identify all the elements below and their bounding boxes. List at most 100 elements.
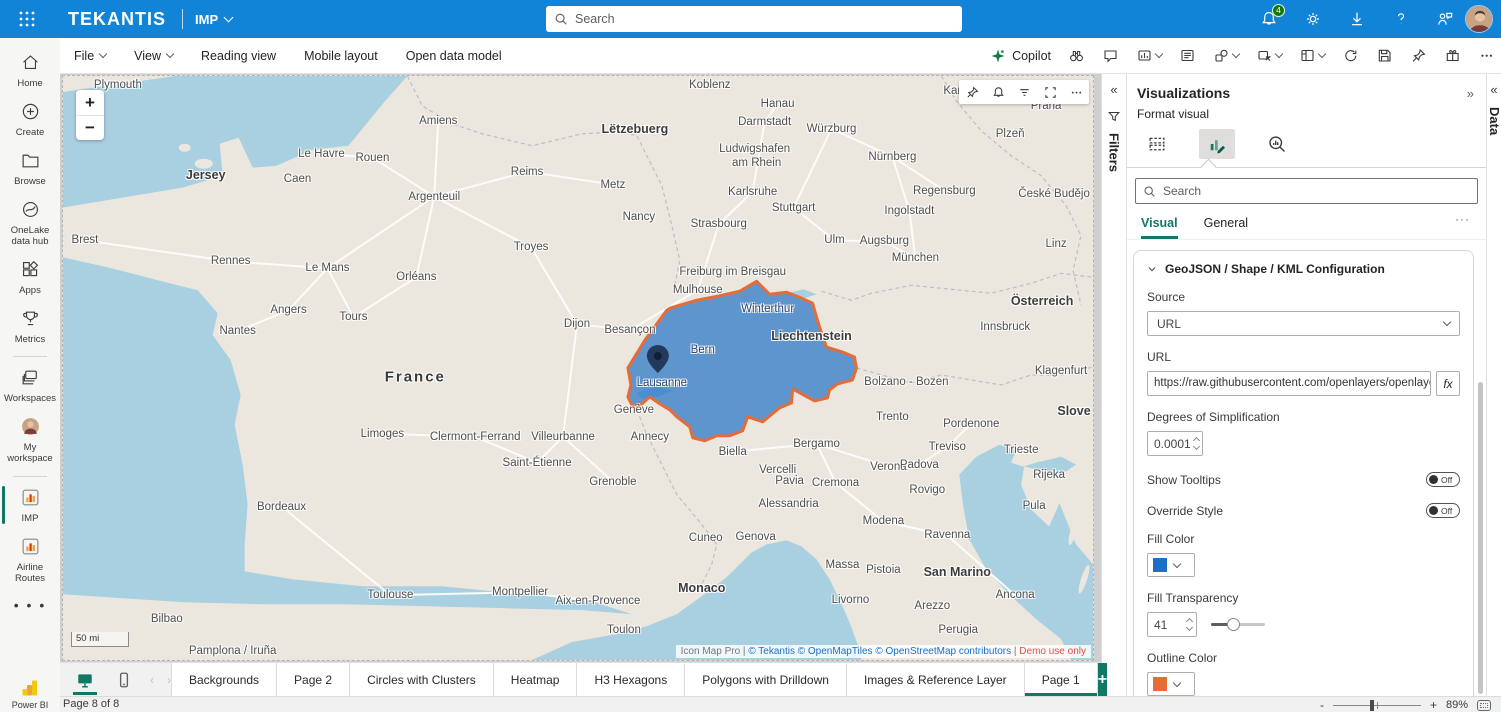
sidebar-item-workspaces[interactable]: Workspaces <box>0 362 60 411</box>
notifications-icon[interactable]: 4 <box>1259 9 1279 29</box>
collapse-pane-icon[interactable]: » <box>1467 86 1474 101</box>
page-tab-heatmap[interactable]: Heatmap <box>494 663 578 696</box>
menu-item-mobile-layout[interactable]: Mobile layout <box>304 49 378 63</box>
analytics-tab-icon[interactable] <box>1259 129 1295 159</box>
sidebar-item-home[interactable]: Home <box>0 47 60 96</box>
home-icon <box>20 52 41 76</box>
show-tooltips-toggle[interactable]: Off <box>1426 472 1460 487</box>
spinner[interactable] <box>1183 617 1196 632</box>
comment-icon[interactable] <box>1102 47 1119 64</box>
shapes-icon[interactable] <box>1213 47 1239 64</box>
more-options-icon[interactable] <box>1478 47 1495 64</box>
expand-filters-icon[interactable]: « <box>1102 74 1126 97</box>
override-style-toggle[interactable]: Off <box>1426 503 1460 518</box>
map-zoom-in-button[interactable]: + <box>76 90 104 115</box>
sidebar-item-create[interactable]: Create <box>0 96 60 145</box>
page-prev-icon[interactable]: ‹ <box>150 673 154 687</box>
menu-item-file[interactable]: File <box>74 49 106 63</box>
fx-conditional-format-button[interactable]: fx <box>1436 371 1460 396</box>
download-icon[interactable] <box>1347 9 1367 29</box>
zoom-slider[interactable] <box>1333 705 1421 706</box>
settings-icon[interactable] <box>1303 9 1323 29</box>
pin-icon[interactable] <box>1410 47 1427 64</box>
attribution-link[interactable]: © OpenMapTiles <box>798 646 873 657</box>
sidebar-item-apps[interactable]: Apps <box>0 254 60 303</box>
fields-tab-icon[interactable] <box>1139 129 1175 159</box>
feedback-icon[interactable] <box>1435 9 1455 29</box>
visual-filters-icon[interactable] <box>1011 80 1037 104</box>
sidebar-item-my-workspace[interactable]: My workspace <box>0 411 60 471</box>
section-geojson-config[interactable]: GeoJSON / Shape / KML Configuration <box>1147 262 1460 276</box>
nav-more-button[interactable]: • • • <box>14 591 46 619</box>
demo-use-notice: Demo use only <box>1019 646 1086 657</box>
tabs-more-icon[interactable]: ··· <box>1455 212 1470 226</box>
page-tab-polygons-with-drilldown[interactable]: Polygons with Drilldown <box>685 663 847 696</box>
workspace-switcher[interactable]: IMP <box>195 12 232 27</box>
data-pane-collapsed[interactable]: « Data <box>1486 74 1501 696</box>
page-tab-page-1[interactable]: Page 1 <box>1025 663 1098 696</box>
menu-item-reading-view[interactable]: Reading view <box>201 49 276 63</box>
attribution-link[interactable]: © OpenStreetMap contributors <box>875 646 1011 657</box>
attribution-link[interactable]: © Tekantis <box>748 646 795 657</box>
spinner[interactable] <box>1191 436 1202 451</box>
app-window: TEKANTIS IMP Search 4 FileViewReading vi… <box>0 0 1501 712</box>
page-tab-h3-hexagons[interactable]: H3 Hexagons <box>577 663 685 696</box>
more-options-icon[interactable] <box>1063 80 1089 104</box>
sidebar-item-imp[interactable]: IMP <box>0 482 60 531</box>
menu-item-view[interactable]: View <box>134 49 173 63</box>
global-search-input[interactable]: Search <box>546 6 962 32</box>
onelake-icon <box>20 199 41 223</box>
filters-pane-collapsed[interactable]: « Filters <box>1101 74 1127 696</box>
page-tab-images-&-reference-layer[interactable]: Images & Reference Layer <box>847 663 1025 696</box>
page-tab-page-2[interactable]: Page 2 <box>277 663 350 696</box>
format-search-input[interactable]: Search <box>1135 178 1478 204</box>
zoom-out-button[interactable]: - <box>1320 698 1324 712</box>
source-select[interactable]: URL <box>1147 311 1460 336</box>
sidebar-item-airline-routes[interactable]: Airline Routes <box>0 531 60 591</box>
whats-new-icon[interactable] <box>1444 47 1461 64</box>
text-box-icon[interactable] <box>1179 47 1196 64</box>
page-tab-circles-with-clusters[interactable]: Circles with Clusters <box>350 663 494 696</box>
new-page-button[interactable]: + <box>1098 663 1107 696</box>
outline-color-picker[interactable] <box>1147 672 1195 696</box>
web-view-button[interactable] <box>72 667 98 693</box>
user-avatar[interactable] <box>1465 5 1493 33</box>
page-tab-backgrounds[interactable]: Backgrounds <box>171 663 277 696</box>
pin-visual-icon[interactable] <box>959 80 985 104</box>
menu-item-open-data-model[interactable]: Open data model <box>406 49 502 63</box>
alerts-icon[interactable] <box>985 80 1011 104</box>
tab-visual[interactable]: Visual <box>1141 216 1178 239</box>
fit-to-page-icon[interactable] <box>1477 700 1491 711</box>
format-tab-icon[interactable] <box>1199 129 1235 159</box>
map-visual[interactable]: PlymouthAmiensLe HavreRouenJerseyCaenRei… <box>62 75 1094 661</box>
zoom-in-button[interactable]: + <box>1430 698 1437 712</box>
simplification-input[interactable]: 0.0001 <box>1147 431 1203 456</box>
app-launcher-icon[interactable] <box>8 0 46 38</box>
expand-data-icon[interactable]: « <box>1487 74 1501 97</box>
sidebar-item-browse[interactable]: Browse <box>0 145 60 194</box>
visual-header-toolbar <box>959 80 1089 104</box>
explore-icon[interactable] <box>1068 47 1085 64</box>
mobile-view-button[interactable] <box>111 667 137 693</box>
map-zoom-out-button[interactable]: − <box>76 115 104 140</box>
sidebar-item-onelake-data-hub[interactable]: OneLake data hub <box>0 194 60 254</box>
focus-mode-icon[interactable] <box>1037 80 1063 104</box>
buttons-icon[interactable] <box>1256 47 1282 64</box>
fill-transparency-input[interactable]: 41 <box>1147 612 1197 637</box>
url-input[interactable]: https://raw.githubusercontent.com/openla… <box>1147 371 1431 396</box>
fill-color-picker[interactable] <box>1147 553 1195 577</box>
map-attribution: Icon Map Pro | © Tekantis © OpenMapTiles… <box>676 645 1091 658</box>
sidebar-item-metrics[interactable]: Metrics <box>0 303 60 352</box>
show-tooltips-label: Show Tooltips <box>1147 473 1221 487</box>
tab-general[interactable]: General <box>1204 216 1248 239</box>
chevron-down-icon <box>1173 559 1181 567</box>
save-icon[interactable] <box>1376 47 1393 64</box>
copilot-button[interactable]: Copilot <box>990 48 1051 64</box>
panel-scrollbar[interactable] <box>1478 382 1483 694</box>
refresh-icon[interactable] <box>1342 47 1359 64</box>
fill-transparency-slider[interactable] <box>1211 623 1265 626</box>
new-visual-icon[interactable] <box>1136 47 1162 64</box>
search-icon <box>1143 185 1156 198</box>
help-icon[interactable] <box>1391 9 1411 29</box>
page-layout-icon[interactable] <box>1299 47 1325 64</box>
